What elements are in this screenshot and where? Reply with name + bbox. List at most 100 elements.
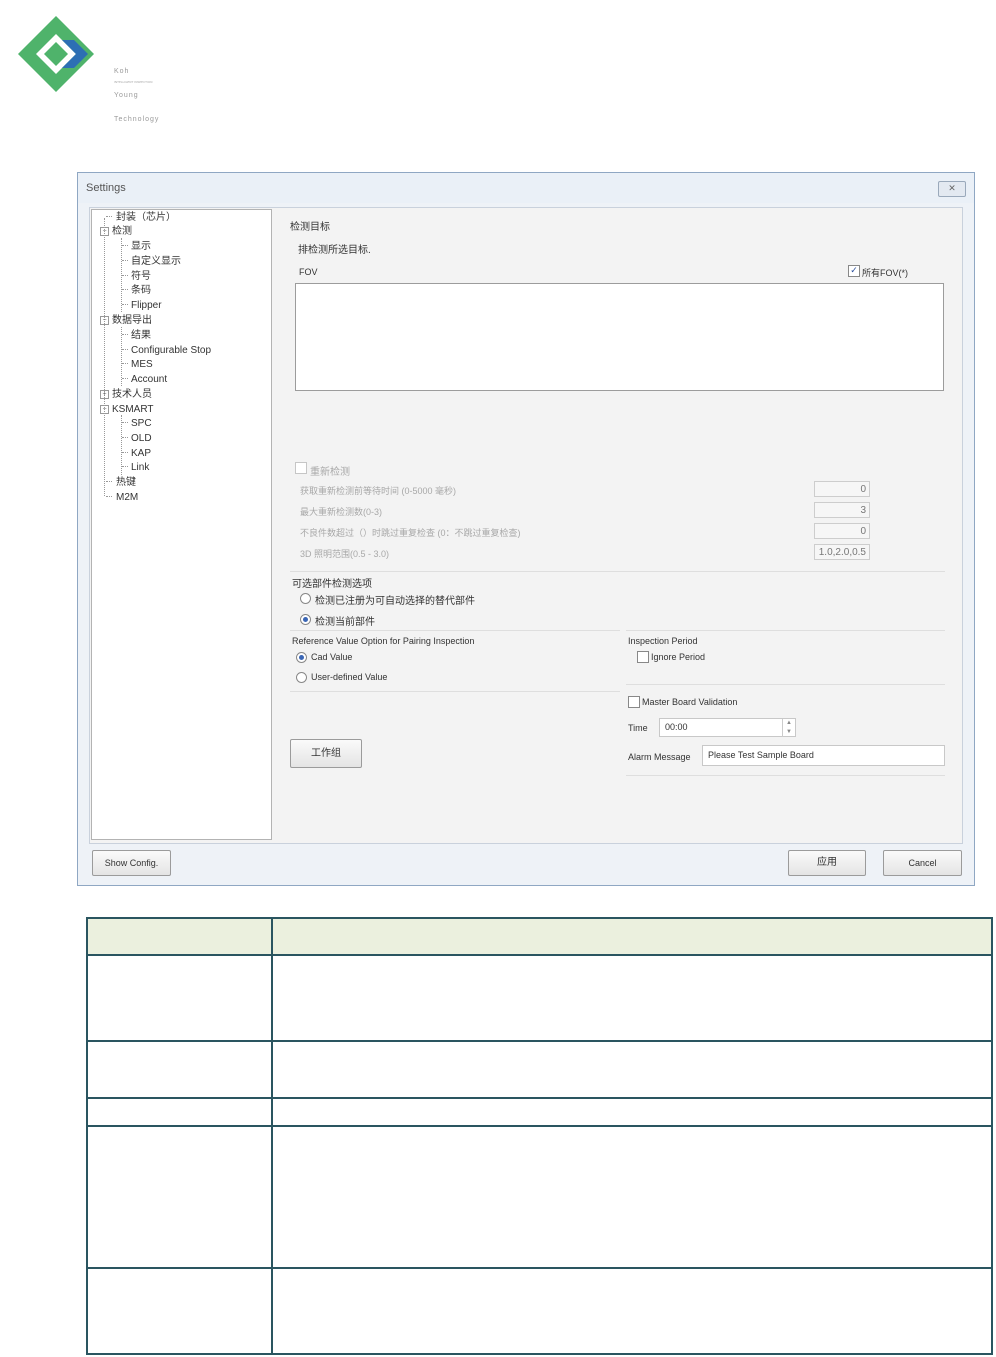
tree-item-account[interactable]: Account	[122, 374, 167, 386]
table-row	[86, 1040, 993, 1099]
section-title: 检测目标	[290, 222, 330, 233]
instruction-text: 排检测所选目标.	[298, 245, 371, 256]
logo-line-1: Koh	[114, 68, 130, 75]
time-value: 00:00	[665, 722, 688, 732]
table-cell	[271, 1097, 993, 1127]
tree-item-old[interactable]: OLD	[122, 433, 152, 445]
alt-part-current-label: 检测当前部件	[315, 617, 375, 628]
logo-wordmark: Koh Young Technology	[114, 52, 194, 140]
description-table	[86, 917, 993, 1355]
company-logo: Koh Young Technology INTELLIGENT INSPECT…	[18, 14, 198, 123]
show-config-button[interactable]: Show Config.	[92, 850, 171, 876]
tree-item-barcode[interactable]: 条码	[122, 285, 151, 297]
ignore-period-label: Ignore Period	[651, 652, 706, 662]
expand-icon[interactable]: +	[100, 390, 109, 399]
alt-part-title: 可选部件检测选项	[292, 579, 372, 590]
time-label: Time	[628, 723, 648, 733]
table-cell	[86, 1125, 273, 1269]
tree-item-technician[interactable]: + 技术人员	[100, 389, 152, 401]
logo-line-3: Technology	[114, 116, 160, 123]
user-defined-label: User-defined Value	[311, 672, 388, 682]
table-cell	[86, 1097, 273, 1127]
cad-value-label: Cad Value	[311, 652, 353, 662]
table-row	[86, 1267, 993, 1355]
settings-panel: 检测目标 排检测所选目标. FOV ✓ 所有FOV(*) 重新检测 获取重新检测…	[278, 209, 960, 840]
dialog-body: 封装（芯片） − 检测 显示 自定义显示 符号 条码 Flipper − 数据导出 …	[89, 207, 963, 844]
skip-recheck-label: 不良件数超过（）时跳过重复检查 (0：不跳过重复检查)	[300, 528, 521, 538]
table-cell	[86, 1267, 273, 1355]
close-icon: ✕	[948, 184, 956, 194]
table-row	[86, 1125, 993, 1269]
table-cell	[86, 954, 273, 1042]
tree-item-result[interactable]: 结果	[122, 330, 151, 342]
collapse-icon[interactable]: −	[100, 405, 109, 414]
alt-part-registered-radio[interactable]	[300, 593, 311, 604]
tree-item-m2m[interactable]: M2M	[106, 492, 138, 504]
recheck-wait-label: 获取重新检测前等待时间 (0-5000 毫秒)	[300, 486, 457, 496]
skip-recheck-input[interactable]: 0	[814, 523, 870, 539]
spin-up-icon[interactable]: ▲	[783, 719, 795, 728]
tree-item-spc[interactable]: SPC	[122, 418, 152, 430]
tree-item-display[interactable]: 显示	[122, 241, 151, 253]
table-row	[86, 954, 993, 1042]
dialog-title: Settings	[86, 182, 126, 194]
tree-item-symbol[interactable]: 符号	[122, 271, 151, 283]
logo-line-2: Young	[114, 92, 139, 99]
3d-light-range-label: 3D 照明范围(0.5 - 3.0)	[300, 549, 390, 559]
tree-item-link[interactable]: Link	[122, 462, 149, 474]
table-cell	[271, 1040, 993, 1099]
table-cell	[86, 1040, 273, 1099]
tree-item-package[interactable]: 封装（芯片）	[106, 212, 176, 224]
tree-item-kap[interactable]: KAP	[122, 448, 151, 460]
alarm-message-input[interactable]: Please Test Sample Board	[702, 745, 945, 766]
master-board-checkbox[interactable]	[628, 696, 640, 708]
alt-part-registered-label: 检测已注册为可自动选择的替代部件	[315, 596, 475, 607]
tree-item-flipper[interactable]: Flipper	[122, 300, 162, 312]
collapse-icon[interactable]: −	[100, 227, 109, 236]
collapse-icon[interactable]: −	[100, 316, 109, 325]
cancel-button[interactable]: Cancel	[883, 850, 962, 876]
tree-item-inspection[interactable]: − 检测	[100, 226, 132, 238]
close-button[interactable]: ✕	[938, 181, 966, 197]
table-row	[86, 1097, 993, 1127]
3d-light-range-input[interactable]: 1.0,2.0,0.5	[814, 544, 870, 560]
logo-mark-icon	[18, 16, 94, 92]
table-cell	[271, 1267, 993, 1355]
all-fov-checkbox[interactable]: ✓	[848, 265, 860, 277]
all-fov-label: 所有FOV(*)	[862, 268, 908, 278]
time-spinner[interactable]: ▲ ▼	[782, 719, 795, 737]
tree-item-data-export[interactable]: − 数据导出	[100, 315, 152, 327]
tree-item-hotkey[interactable]: 热键	[106, 477, 136, 489]
table-header-cell	[86, 917, 273, 956]
recheck-label: 重新检测	[310, 467, 350, 478]
recheck-wait-input[interactable]: 0	[814, 481, 870, 497]
tree-item-mes[interactable]: MES	[122, 359, 153, 371]
tree-item-ksmart[interactable]: − KSMART	[100, 404, 154, 416]
dialog-titlebar[interactable]: Settings ✕	[78, 173, 974, 203]
time-input[interactable]: 00:00 ▲ ▼	[659, 718, 796, 737]
settings-dialog: Settings ✕ 封装（芯片） − 检测 显示 自定义显示 符号 条码 Fli…	[77, 172, 975, 886]
table-header-cell	[271, 917, 993, 956]
table-cell	[271, 1125, 993, 1269]
apply-button[interactable]: 应用	[788, 850, 866, 876]
table-cell	[271, 954, 993, 1042]
table-header-row	[86, 917, 993, 956]
tree-item-configurable-stop[interactable]: Configurable Stop	[122, 345, 211, 357]
tree-item-custom-display[interactable]: 自定义显示	[122, 256, 181, 268]
logo-tagline: INTELLIGENT INSPECTION	[114, 80, 153, 84]
workgroup-button[interactable]: 工作组	[290, 739, 362, 768]
spin-down-icon[interactable]: ▼	[783, 728, 795, 737]
alarm-message-label: Alarm Message	[628, 752, 691, 762]
ignore-period-checkbox[interactable]	[637, 651, 649, 663]
cad-value-radio[interactable]	[296, 652, 307, 663]
alt-part-current-radio[interactable]	[300, 614, 311, 625]
inspection-period-title: Inspection Period	[628, 636, 698, 646]
master-board-label: Master Board Validation	[642, 697, 738, 707]
fov-label: FOV	[299, 267, 318, 277]
user-defined-radio[interactable]	[296, 672, 307, 683]
max-recheck-input[interactable]: 3	[814, 502, 870, 518]
max-recheck-label: 最大重新检测数(0-3)	[300, 507, 383, 517]
settings-tree: 封装（芯片） − 检测 显示 自定义显示 符号 条码 Flipper − 数据导出 …	[91, 209, 272, 840]
fov-list[interactable]	[295, 283, 944, 391]
recheck-checkbox[interactable]	[295, 462, 307, 474]
